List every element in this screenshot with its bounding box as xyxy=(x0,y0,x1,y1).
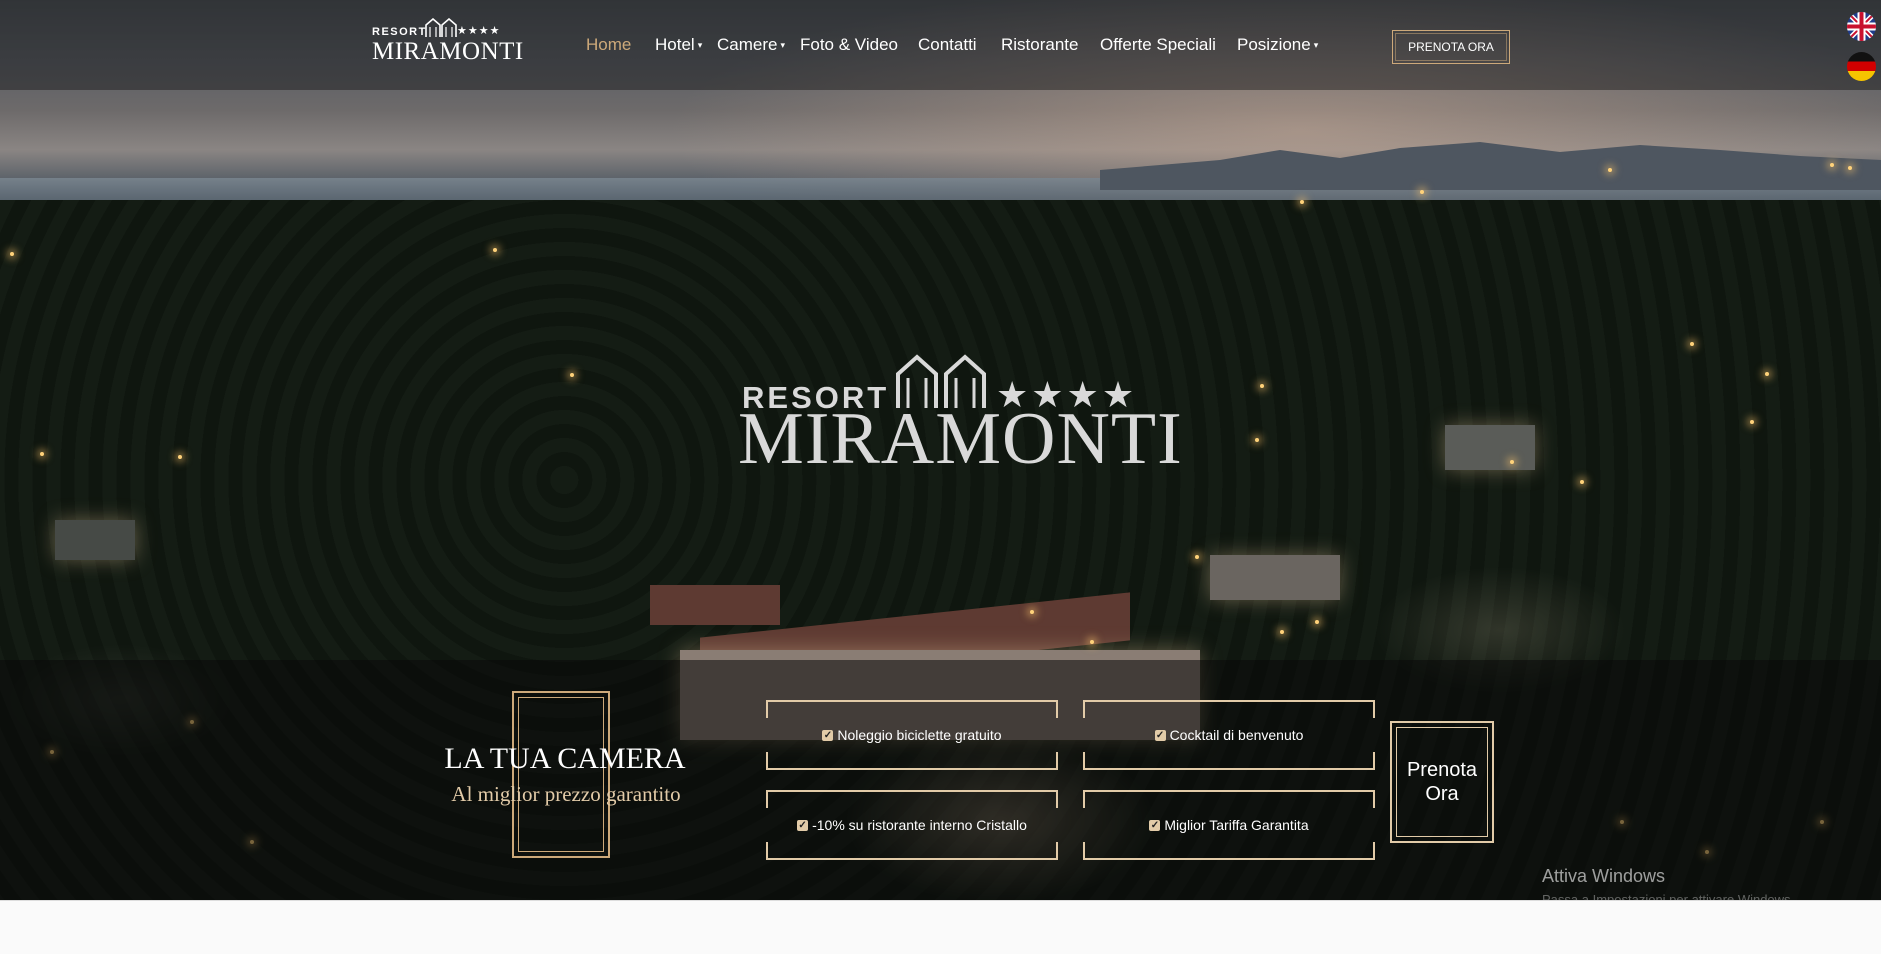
perk-label: Cocktail di benvenuto xyxy=(1169,727,1304,743)
villa xyxy=(55,520,135,560)
hero-logo: RESORT ★★★★ MIRAMONTI xyxy=(738,350,1182,480)
perk-item: ✓ Miglior Tariffa Garantita xyxy=(1083,790,1375,860)
perk-label: Miglior Tariffa Garantita xyxy=(1164,817,1309,833)
nav-item-ristorante[interactable]: Ristorante xyxy=(1001,35,1078,59)
nav-item-home[interactable]: Home xyxy=(586,35,631,59)
brand-resort-text: RESORT xyxy=(372,26,427,38)
book-now-button[interactable]: PRENOTA ORA xyxy=(1392,30,1510,64)
nav-item-hotel[interactable]: Hotel ▾ xyxy=(655,35,702,59)
perk-item: ✓ -10% su ristorante interno Cristallo xyxy=(766,790,1058,860)
nav-item-posizione[interactable]: Posizione ▾ xyxy=(1237,35,1318,59)
nav-label: Offerte Speciali xyxy=(1100,35,1216,54)
checkbox-icon: ✓ xyxy=(822,729,834,741)
book-room-button[interactable]: Prenota Ora xyxy=(1390,721,1494,843)
book-line-2: Ora xyxy=(1425,783,1459,805)
checkbox-icon: ✓ xyxy=(797,819,809,831)
nav-label: Hotel xyxy=(655,35,695,54)
perk-item: ✓ Noleggio biciclette gratuito xyxy=(766,700,1058,770)
perk-item: ✓ Cocktail di benvenuto xyxy=(1083,700,1375,770)
nav-label: Foto & Video xyxy=(800,35,898,54)
book-line-1: Prenota xyxy=(1406,759,1478,781)
roof xyxy=(650,585,780,625)
germany-flag-icon[interactable] xyxy=(1847,52,1876,81)
villa xyxy=(1445,425,1535,470)
promo-subtitle: Al miglior prezzo garantito xyxy=(451,782,681,806)
nav-item-contatti[interactable]: Contatti xyxy=(918,35,977,59)
hero-logo-name: MIRAMONTI xyxy=(738,398,1183,480)
checkbox-icon: ✓ xyxy=(1149,819,1161,831)
brand-logo[interactable]: RESORT ★★★★ MIRAMONTI xyxy=(372,18,523,65)
brand-name: MIRAMONTI xyxy=(372,38,524,65)
nav-label: Contatti xyxy=(918,35,977,54)
nav-item-camere[interactable]: Camere ▾ xyxy=(717,35,785,59)
nav-label: Home xyxy=(586,35,632,54)
page-bottom-strip xyxy=(0,900,1881,954)
chevron-down-icon: ▾ xyxy=(1313,40,1319,50)
promo-band xyxy=(0,660,1881,900)
nav-label: Camere xyxy=(717,35,778,54)
villa xyxy=(1210,555,1340,600)
chevron-down-icon: ▾ xyxy=(697,40,703,50)
nav-item-offerte-speciali[interactable]: Offerte Speciali xyxy=(1100,35,1216,59)
nav-item-foto-video[interactable]: Foto & Video xyxy=(800,35,898,59)
brand-stars: ★★★★ xyxy=(457,25,501,37)
windows-activation-title: Attiva Windows xyxy=(1542,866,1666,886)
nav-label: Ristorante xyxy=(1001,35,1079,54)
mountains xyxy=(1100,142,1881,190)
chevron-down-icon: ▾ xyxy=(780,40,785,50)
book-room-label: Prenota Ora xyxy=(1407,758,1477,806)
nav-label: Posizione xyxy=(1237,35,1311,54)
uk-flag-icon[interactable] xyxy=(1847,12,1876,41)
promo-title: LA TUA CAMERA xyxy=(444,742,686,775)
perk-label: Noleggio biciclette gratuito xyxy=(837,727,1002,743)
perk-label: -10% su ristorante interno Cristallo xyxy=(812,817,1027,833)
house-roofs-icon xyxy=(425,18,457,37)
checkbox-icon: ✓ xyxy=(1154,729,1166,741)
